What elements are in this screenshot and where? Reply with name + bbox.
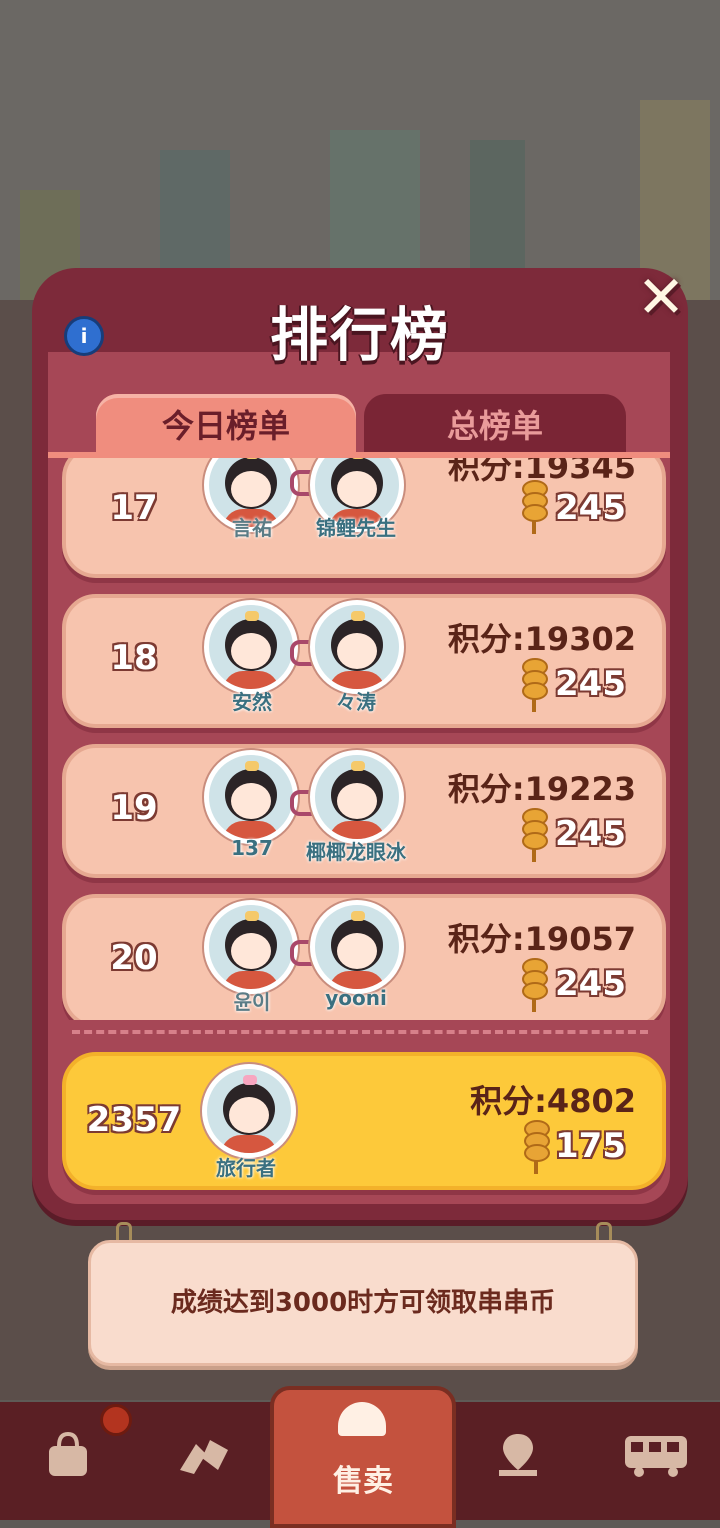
close-icon[interactable]: ✕ [632,268,690,326]
coin-reward: 245 [555,488,626,528]
bag-icon [49,1431,87,1476]
avatar[interactable] [310,600,404,694]
hands-icon [180,1440,228,1474]
notice-banner: 成绩达到3000时方可领取串串币 [88,1240,638,1366]
bell-icon [338,1402,386,1436]
tab-total[interactable]: 总榜单 [364,394,626,454]
rank-number: 18 [110,638,158,678]
avatar[interactable] [204,750,298,844]
list-item: 19 137 椰椰龙眼冰 积分:19223 245 [62,744,666,878]
nav-bus[interactable] [606,1420,706,1500]
my-score-text: 积分:4802 [470,1082,636,1120]
tab-today[interactable]: 今日榜单 [96,394,356,454]
skewer-coin-icon [516,958,550,1012]
divider [72,1030,648,1034]
skewer-coin-icon [516,658,550,712]
coin-reward: 245 [555,664,626,704]
sell-label: 售卖 [333,1464,393,1499]
my-coin-reward: 175 [555,1126,626,1166]
coin-reward: 245 [555,814,626,854]
rank-number: 19 [110,788,158,828]
my-player-name: 旅行者 [216,1156,276,1180]
player-name: 椰椰龙眼冰 [306,840,406,864]
skewer-coin-icon [516,480,550,534]
rank-number: 20 [110,938,158,978]
player-name: 윤이 [233,990,271,1014]
player-name: yooni [325,986,387,1010]
avatar[interactable] [204,900,298,994]
skewer-coin-icon [516,808,550,862]
player-name: 言祐 [232,516,272,540]
rank-number: 17 [110,488,158,528]
score-text: 积分:19057 [447,920,636,958]
nav-bag[interactable] [18,1420,118,1500]
avatar[interactable] [310,900,404,994]
player-name: 137 [231,836,273,860]
nav-social[interactable] [154,1420,254,1500]
nav-sell-button[interactable]: 售卖 [270,1386,456,1528]
player-name: 々涛 [336,690,376,714]
my-rank-number: 2357 [86,1100,182,1140]
my-avatar[interactable] [202,1064,296,1158]
bus-icon [625,1436,687,1477]
list-item: 20 윤이 yooni 积分:19057 245 [62,894,666,1020]
avatar[interactable] [310,750,404,844]
avatar[interactable] [204,600,298,694]
player-name: 安然 [232,690,272,714]
map-icon [499,1434,537,1476]
score-text: 积分:19302 [447,620,636,658]
modal-title: 排行榜 [269,301,450,369]
player-name: 锦鲤先生 [316,516,396,540]
my-ranking-row: 2357 旅行者 积分:4802 175 [62,1052,666,1190]
info-icon[interactable]: i [64,316,104,356]
score-text: 积分:19223 [447,770,636,808]
coin-reward: 245 [555,964,626,1004]
list-item: 18 安然 々涛 积分:19302 245 [62,594,666,728]
skewer-coin-icon [518,1120,552,1174]
ranking-list[interactable]: 17 言祐 锦鲤先生 积分:19345 245 18 安然 々涛 积分:1930… [48,458,670,1020]
nav-map[interactable] [468,1420,568,1500]
list-item: 17 言祐 锦鲤先生 积分:19345 245 [62,458,666,578]
